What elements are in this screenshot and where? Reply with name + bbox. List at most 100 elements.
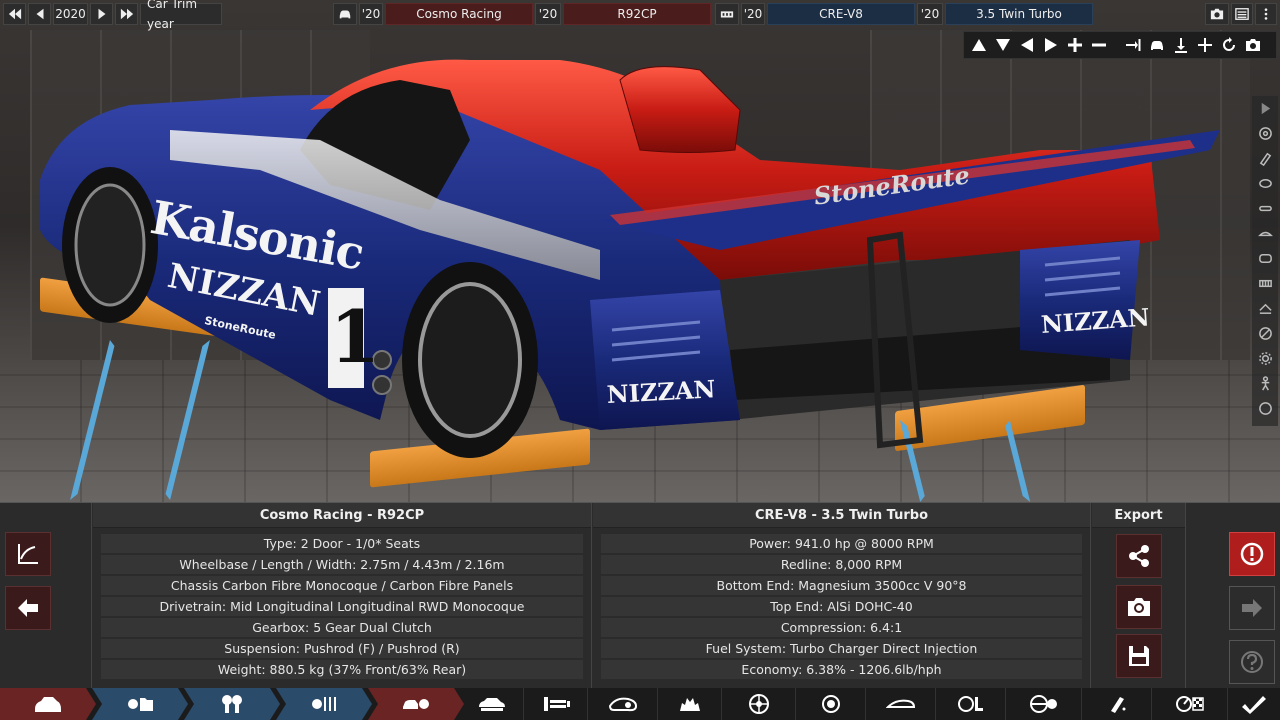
nav-interior[interactable] (936, 688, 1006, 720)
camera-up-button[interactable] (968, 34, 990, 56)
expand-sidebar-button[interactable] (1252, 96, 1278, 121)
chassis-icon (478, 698, 505, 711)
summary-row: Top End: AlSi DOHC-40 (601, 597, 1082, 616)
camera-left-button[interactable] (1016, 34, 1038, 56)
year-next-button[interactable] (90, 3, 113, 25)
back-button[interactable] (5, 586, 51, 630)
help-button[interactable] (1229, 640, 1275, 684)
year-first-button[interactable] (3, 3, 26, 25)
floppy-disk-icon (1129, 646, 1149, 666)
year-field[interactable]: 2020 (53, 3, 88, 25)
variant-year: '20 (917, 3, 943, 25)
more-options-button[interactable] (1255, 3, 1277, 25)
camera-down-button[interactable] (992, 34, 1014, 56)
bumper-icon (1258, 205, 1272, 212)
circle-icon (1258, 402, 1272, 415)
rotate-tool-button[interactable] (1194, 34, 1216, 56)
more-icon (1264, 8, 1268, 20)
export-title: Export (1092, 503, 1185, 528)
nav-engine-family[interactable] (92, 688, 188, 720)
sidebar-item-grille[interactable] (1252, 271, 1278, 296)
sidebar-item-exhaust[interactable] (1252, 321, 1278, 346)
trim-name-field[interactable]: R92CP (563, 3, 711, 25)
summary-row: Bottom End: Magnesium 3500cc V 90°8 (601, 576, 1082, 595)
nav-engine-parts[interactable] (184, 688, 280, 720)
sidebar-item-mechanical[interactable] (1252, 346, 1278, 371)
screenshot-button[interactable] (1242, 34, 1264, 56)
model-family-field[interactable]: Cosmo Racing (385, 3, 533, 25)
nav-testing[interactable] (1152, 688, 1228, 720)
person-icon (1261, 376, 1269, 391)
summary-panel: Cosmo Racing - R92CP Type: 2 Door - 1/0*… (0, 502, 1280, 689)
car-icon (1151, 41, 1163, 50)
rotate-icon (1223, 37, 1235, 51)
alert-icon (1240, 542, 1264, 566)
car-view-button[interactable] (1146, 34, 1168, 56)
summary-row: Drivetrain: Mid Longitudinal Longitudina… (101, 597, 583, 616)
lower-car-button[interactable] (1170, 34, 1192, 56)
nav-brakes[interactable] (796, 688, 866, 720)
skip-forward-icon (120, 8, 133, 20)
nav-body[interactable] (588, 688, 658, 720)
engine-selector-button[interactable] (715, 3, 739, 25)
sidebar-item-lights[interactable] (1252, 171, 1278, 196)
triangle-left-icon (1021, 38, 1033, 52)
export-panel: Export (1092, 503, 1186, 689)
camera-toolbar (963, 31, 1277, 59)
next-button[interactable] (1229, 586, 1275, 630)
sidebar-item-wheels[interactable] (1252, 121, 1278, 146)
menu-button[interactable] (1231, 3, 1253, 25)
zoom-out-button[interactable] (1088, 34, 1110, 56)
trim-year: '20 (535, 3, 561, 25)
nav-fixtures[interactable] (1006, 688, 1082, 720)
3d-viewport[interactable]: Kalsonic NIZZAN StoneRoute 1 StoneRoute … (0, 0, 1280, 502)
nav-finish[interactable] (1228, 688, 1280, 720)
photo-mode-button[interactable] (1205, 3, 1229, 25)
nav-drivetrain[interactable] (524, 688, 588, 720)
nav-suspension[interactable] (658, 688, 722, 720)
nav-wheels[interactable] (722, 688, 796, 720)
sidebar-item-misc[interactable] (1252, 396, 1278, 421)
nav-car-engine[interactable] (368, 688, 464, 720)
reset-rotation-button[interactable] (1218, 34, 1240, 56)
graph-button[interactable] (5, 532, 51, 576)
export-screenshot-button[interactable] (1116, 585, 1162, 629)
nav-aero[interactable] (866, 688, 936, 720)
nav-livery[interactable] (1082, 688, 1152, 720)
zoom-in-button[interactable] (1064, 34, 1086, 56)
share-button[interactable] (1116, 534, 1162, 578)
sidebar-item-vents[interactable] (1252, 296, 1278, 321)
engine-folder-icon (125, 693, 155, 715)
sidebar-item-driver[interactable] (1252, 371, 1278, 396)
steering-seat-icon (957, 696, 983, 712)
wheel-icon (1258, 127, 1272, 140)
gauge-flag-icon (1175, 696, 1204, 712)
year-prev-button[interactable] (28, 3, 51, 25)
nav-car-designer[interactable] (0, 688, 96, 720)
engine-summary: CRE-V8 - 3.5 Twin Turbo Power: 941.0 hp … (593, 503, 1091, 689)
arrow-left-icon (18, 599, 38, 617)
summary-row: Gearbox: 5 Gear Dual Clutch (101, 618, 583, 637)
triangle-up-icon (972, 39, 986, 51)
summary-row: Wheelbase / Length / Width: 2.75m / 4.43… (101, 555, 583, 574)
list-icon (1235, 8, 1249, 20)
model-selector-button[interactable] (333, 3, 357, 25)
nav-engine-tune[interactable] (276, 688, 372, 720)
year-last-button[interactable] (115, 3, 138, 25)
sidebar-item-intake[interactable] (1252, 246, 1278, 271)
save-button[interactable] (1116, 634, 1162, 678)
sidebar-item-paint[interactable] (1252, 146, 1278, 171)
summary-row: Suspension: Pushrod (F) / Pushrod (R) (101, 639, 583, 658)
engine-variant-field[interactable]: 3.5 Twin Turbo (945, 3, 1093, 25)
camera-right-button[interactable] (1040, 34, 1062, 56)
steering-wheel-icon (1029, 695, 1057, 713)
camera-reset-button[interactable] (1122, 34, 1144, 56)
summary-row: Redline: 8,000 RPM (601, 555, 1082, 574)
warning-button[interactable] (1229, 532, 1275, 576)
brush-icon (1259, 152, 1271, 166)
summary-row: Fuel System: Turbo Charger Direct Inject… (601, 639, 1082, 658)
nav-chassis[interactable] (460, 688, 524, 720)
engine-family-field[interactable]: CRE-V8 (767, 3, 915, 25)
sidebar-item-bumper[interactable] (1252, 196, 1278, 221)
sidebar-item-mirror[interactable] (1252, 221, 1278, 246)
